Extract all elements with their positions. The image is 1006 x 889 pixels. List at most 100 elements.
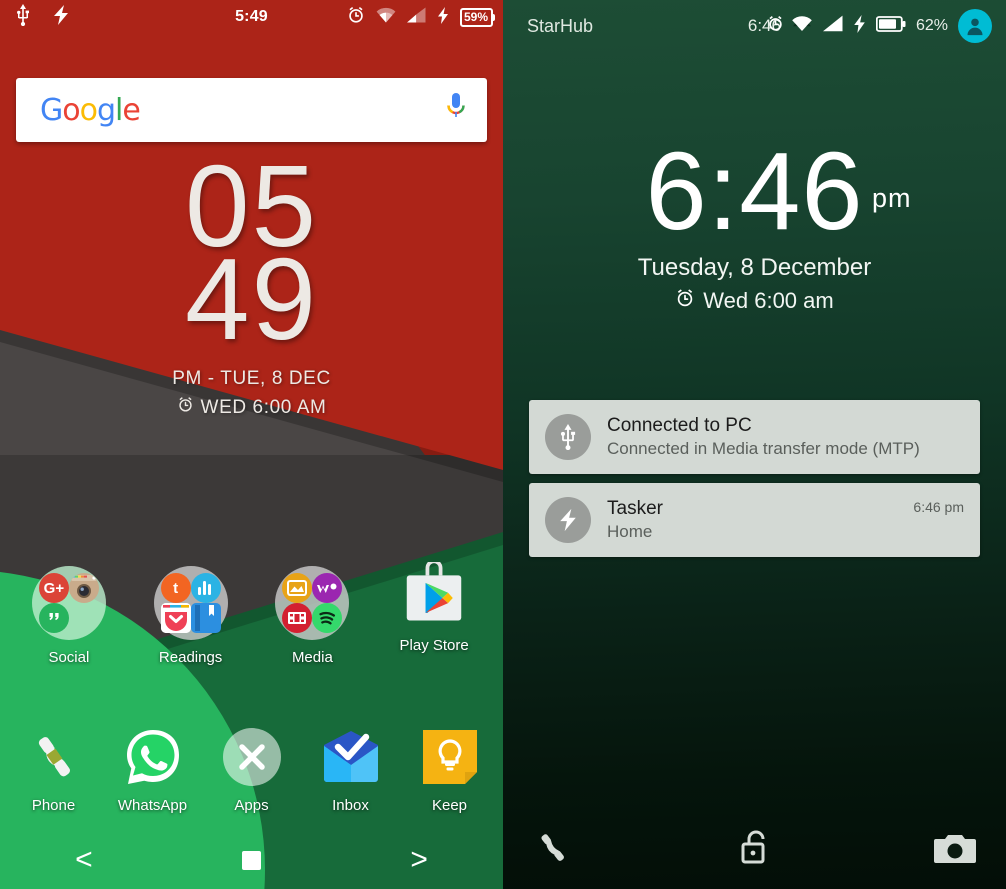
signal-icon <box>822 15 843 37</box>
recents-button[interactable]: > <box>335 843 503 877</box>
walkman-icon <box>312 573 343 603</box>
wifi-icon <box>791 15 813 37</box>
home-dock-row: Phone WhatsApp Apps Inbox Keep <box>0 726 503 814</box>
lock-clock-ampm: pm <box>872 183 912 213</box>
back-button[interactable]: < <box>0 843 168 877</box>
notification-text: Home <box>607 521 653 541</box>
google-plus-icon: G+ <box>38 573 69 603</box>
lock-status-right-icons: 6:46 62% <box>748 9 992 43</box>
battery-percent-badge: 59% <box>459 7 496 27</box>
home-folder-row: G+ Social t Readings Media Play Store <box>0 562 503 666</box>
keep-bulb-icon <box>419 726 481 788</box>
app-whatsapp[interactable]: WhatsApp <box>103 726 202 814</box>
spotify-icon <box>312 603 343 633</box>
alarm-icon <box>767 15 784 37</box>
hangouts-icon <box>38 603 69 633</box>
phone-shortcut[interactable] <box>503 828 681 873</box>
notification-body: Connected to PC Connected in Media trans… <box>607 414 964 460</box>
google-logo: Google <box>40 92 141 128</box>
notification-stack: Connected to PC Connected in Media trans… <box>529 400 980 566</box>
lock-battery-percent: 62% <box>915 17 948 34</box>
app-label-phone: Phone <box>31 797 76 814</box>
tumblr-icon: t <box>160 573 191 603</box>
pocket-icon <box>160 603 191 633</box>
app-label-keep: Keep <box>431 797 468 814</box>
lockscreen-panel: StarHub 6:46 62% 6:46 pm Tuesday, 8 Dece… <box>503 0 1006 889</box>
clock-widget-minutes: 49 <box>184 234 319 364</box>
home-clock-widget[interactable]: 05 49 PM - TUE, 8 DEC WED 6:00 AM <box>0 148 503 419</box>
folder-readings[interactable]: t Readings <box>130 566 252 666</box>
lock-clock-time-wrap: 6:46 pm <box>645 137 910 247</box>
unlock-shortcut[interactable] <box>681 828 829 873</box>
home-status-bar: 5:49 59% <box>0 0 503 34</box>
microphone-icon[interactable] <box>445 92 467 129</box>
user-avatar-icon[interactable] <box>958 9 992 43</box>
notification-title: Connected to PC <box>607 415 752 437</box>
lock-clock-alarm-text: Wed 6:00 am <box>703 288 834 313</box>
lock-status-bar: StarHub 6:46 62% <box>503 0 1006 52</box>
lock-status-clock-with-alarm: 6:46 <box>748 15 784 37</box>
charging-bolt-icon <box>437 6 449 28</box>
photos-icon <box>282 573 313 603</box>
folder-label-social: Social <box>48 649 90 666</box>
book-icon <box>190 603 221 633</box>
home-status-clock: 5:49 <box>235 8 268 25</box>
home-status-right-icons: 59% <box>347 6 496 28</box>
notification-text: Connected in Media transfer mode (MTP) <box>607 438 920 458</box>
clock-widget-date: PM - TUE, 8 DEC <box>172 368 331 389</box>
notification-body: Tasker Home <box>607 497 964 543</box>
lockscreen-shortcut-bar <box>503 811 1006 889</box>
camera-shortcut[interactable] <box>828 831 1006 870</box>
app-phone[interactable]: Phone <box>4 726 103 814</box>
google-search-bar[interactable]: Google <box>16 78 487 142</box>
folder-social[interactable]: G+ Social <box>8 566 130 666</box>
camera-icon <box>934 831 977 870</box>
phone-handset-icon <box>533 828 573 873</box>
carrier-label: StarHub <box>527 15 594 36</box>
homescreen-panel: 5:49 59% Google 05 49 PM - TUE, 8 DEC WE… <box>0 0 503 889</box>
app-play-store[interactable]: Play Store <box>373 562 495 666</box>
charging-bolt-icon <box>853 14 866 38</box>
whatsapp-icon <box>122 726 184 788</box>
inbox-envelope-icon <box>320 726 382 788</box>
battery-icon <box>875 15 906 37</box>
phone-handset-icon <box>23 726 85 788</box>
notification-title: Tasker <box>607 498 663 520</box>
home-button[interactable] <box>168 850 336 870</box>
feedly-icon <box>190 573 221 603</box>
home-navigation-bar: < > <box>0 831 503 889</box>
tasker-bolt-icon <box>545 497 591 543</box>
notification-time: 6:46 pm <box>913 499 964 515</box>
wifi-icon <box>376 7 396 27</box>
lock-clock-date: Tuesday, 8 December <box>637 254 872 281</box>
folder-icon-stack <box>275 566 350 640</box>
alarm-icon <box>347 6 365 28</box>
folder-icon-stack: G+ <box>31 566 106 640</box>
usb-icon <box>545 414 591 460</box>
lock-clock-time: 6:46 <box>645 130 864 253</box>
instagram-icon <box>68 573 99 603</box>
app-label-inbox: Inbox <box>332 797 369 814</box>
notification-card[interactable]: Connected to PC Connected in Media trans… <box>529 400 980 474</box>
movies-icon <box>282 603 313 633</box>
unlock-padlock-icon <box>738 828 772 873</box>
app-inbox[interactable]: Inbox <box>301 726 400 814</box>
app-drawer[interactable]: Apps <box>202 726 301 814</box>
notification-card[interactable]: Tasker Home 6:46 pm <box>529 483 980 557</box>
clock-widget-alarm-row: WED 6:00 AM <box>0 396 503 419</box>
play-store-icon <box>403 562 465 628</box>
folder-icon-stack: t <box>153 566 228 640</box>
app-label-apps: Apps <box>234 797 269 814</box>
folder-label-media: Media <box>291 649 333 666</box>
app-keep[interactable]: Keep <box>400 726 499 814</box>
app-label-play-store: Play Store <box>399 637 469 654</box>
alarm-icon <box>177 396 194 419</box>
home-square-icon <box>242 850 261 870</box>
app-label-whatsapp: WhatsApp <box>117 797 188 814</box>
lockscreen-clock: 6:46 pm Tuesday, 8 December Wed 6:00 am <box>503 137 1006 314</box>
apps-x-icon <box>221 726 283 788</box>
lock-clock-alarm-row: Wed 6:00 am <box>503 288 1006 314</box>
alarm-icon <box>675 288 695 314</box>
folder-media[interactable]: Media <box>252 566 374 666</box>
signal-icon <box>406 7 426 27</box>
